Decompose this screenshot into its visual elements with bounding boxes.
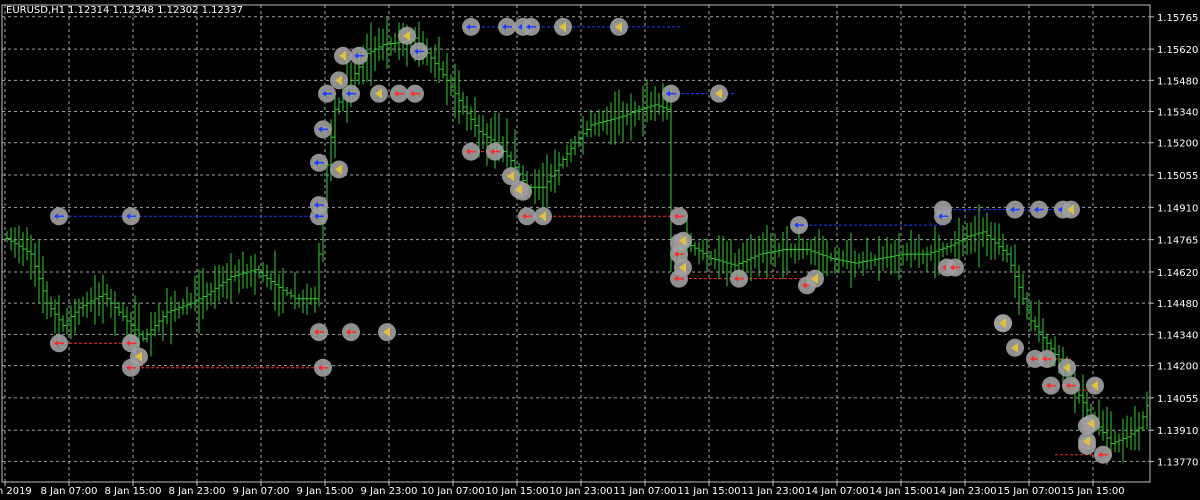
close-trade-marker[interactable] [710,84,728,103]
sell-trade-marker[interactable] [342,323,360,342]
x-tick-label: 8 Jan 07:00 [41,486,98,497]
x-tick-label: 9 Jan 23:00 [361,486,418,497]
close-trade-marker[interactable] [1082,414,1100,433]
x-tick-label: 14 Jan 07:00 [805,486,868,497]
y-tick-label: 1.15200 [1157,139,1198,150]
x-tick-label: 9 Jan 15:00 [297,486,354,497]
x-tick-label: 15 Jan 07:00 [997,486,1060,497]
sell-trade-marker[interactable] [310,323,328,342]
sell-trade-marker[interactable] [518,207,536,226]
sell-trade-marker[interactable] [946,258,964,277]
x-tick-label: 10 Jan 15:00 [485,486,548,497]
close-trade-marker[interactable] [1058,358,1076,377]
close-trade-marker[interactable] [330,160,348,179]
sell-trade-marker[interactable] [50,334,68,353]
buy-trade-marker[interactable] [1030,200,1048,219]
close-trade-marker[interactable] [378,323,396,342]
ohlc-label: 1.12314 1.12348 1.12302 1.12337 [68,5,243,16]
sell-trade-marker[interactable] [1094,445,1112,464]
buy-trade-marker[interactable] [318,84,336,103]
x-tick-label: 14 Jan 23:00 [933,486,996,497]
x-tick-label: 8 Jan 15:00 [105,486,162,497]
x-tick-label: 7 Jan 2019 [0,486,32,497]
close-trade-marker[interactable] [1086,376,1104,395]
x-tick-label: 10 Jan 07:00 [421,486,484,497]
buy-trade-marker[interactable] [934,207,952,226]
buy-trade-marker[interactable] [122,207,140,226]
buy-trade-marker[interactable] [522,17,540,36]
chart-svg[interactable]: 1.15765 1.15620 1.15480 1.15340 1.15200 1.150… [0,0,1200,500]
close-trade-marker[interactable] [330,71,348,90]
x-tick-label: 9 Jan 07:00 [233,486,290,497]
close-trade-marker[interactable] [334,46,352,65]
x-tick-label: 11 Jan 15:00 [677,486,740,497]
sell-trade-marker[interactable] [1062,376,1080,395]
close-trade-marker[interactable] [370,84,388,103]
close-trade-marker[interactable] [674,231,692,250]
close-trade-marker[interactable] [398,26,416,45]
buy-trade-marker[interactable] [342,84,360,103]
chart-background [0,0,1200,500]
buy-trade-marker[interactable] [1006,200,1024,219]
y-tick-label: 1.14055 [1157,394,1198,405]
buy-trade-marker[interactable] [410,42,428,61]
price-chart[interactable]: 1.15765 1.15620 1.15480 1.15340 1.15200 1.150… [0,0,1200,500]
x-tick-label: 11 Jan 23:00 [741,486,804,497]
close-trade-marker[interactable] [554,17,572,36]
buy-trade-marker[interactable] [310,196,328,215]
sell-trade-marker[interactable] [314,358,332,377]
sell-trade-marker[interactable] [462,142,480,161]
buy-trade-marker[interactable] [498,17,516,36]
buy-trade-marker[interactable] [462,17,480,36]
y-tick-label: 1.14620 [1157,268,1198,279]
close-trade-marker[interactable] [1006,338,1024,357]
sell-trade-marker[interactable] [670,207,688,226]
symbol-label: EURUSD,H1 [6,5,65,16]
y-tick-label: 1.15765 [1157,13,1198,24]
buy-trade-marker[interactable] [310,153,328,172]
sell-trade-marker[interactable] [406,84,424,103]
close-trade-marker[interactable] [1062,200,1080,219]
buy-trade-marker[interactable] [350,46,368,65]
close-trade-marker[interactable] [806,269,824,288]
x-tick-label: 14 Jan 15:00 [869,486,932,497]
close-trade-marker[interactable] [534,207,552,226]
buy-trade-marker[interactable] [314,120,332,139]
sell-trade-marker[interactable] [1042,376,1060,395]
y-tick-label: 1.15480 [1157,76,1198,87]
sell-trade-marker[interactable] [486,142,504,161]
sell-trade-marker[interactable] [1038,349,1056,368]
close-trade-marker[interactable] [994,314,1012,333]
y-tick-label: 1.13770 [1157,457,1198,468]
x-tick-label: 15 Jan 15:00 [1061,486,1124,497]
close-trade-marker[interactable] [1078,432,1096,451]
x-tick-label: 11 Jan 07:00 [613,486,676,497]
close-trade-marker[interactable] [510,180,528,199]
y-tick-label: 1.13910 [1157,426,1198,437]
buy-trade-marker[interactable] [790,216,808,235]
y-tick-label: 1.14765 [1157,236,1198,247]
sell-trade-marker[interactable] [730,269,748,288]
y-tick-label: 1.14910 [1157,203,1198,214]
buy-trade-marker[interactable] [50,207,68,226]
y-tick-label: 1.15340 [1157,108,1198,119]
close-trade-marker[interactable] [674,258,692,277]
buy-trade-marker[interactable] [662,84,680,103]
price-axis: 1.15765 1.15620 1.15480 1.15340 1.15200 1.150… [1150,13,1198,468]
y-tick-label: 1.14480 [1157,299,1198,310]
y-tick-label: 1.14340 [1157,330,1198,341]
y-tick-label: 1.15620 [1157,45,1198,56]
y-tick-label: 1.14200 [1157,362,1198,373]
x-tick-label: 8 Jan 23:00 [169,486,226,497]
close-trade-marker[interactable] [610,17,628,36]
x-tick-label: 10 Jan 23:00 [549,486,612,497]
close-trade-marker[interactable] [130,347,148,366]
y-tick-label: 1.15055 [1157,171,1198,182]
sell-trade-marker[interactable] [390,84,408,103]
